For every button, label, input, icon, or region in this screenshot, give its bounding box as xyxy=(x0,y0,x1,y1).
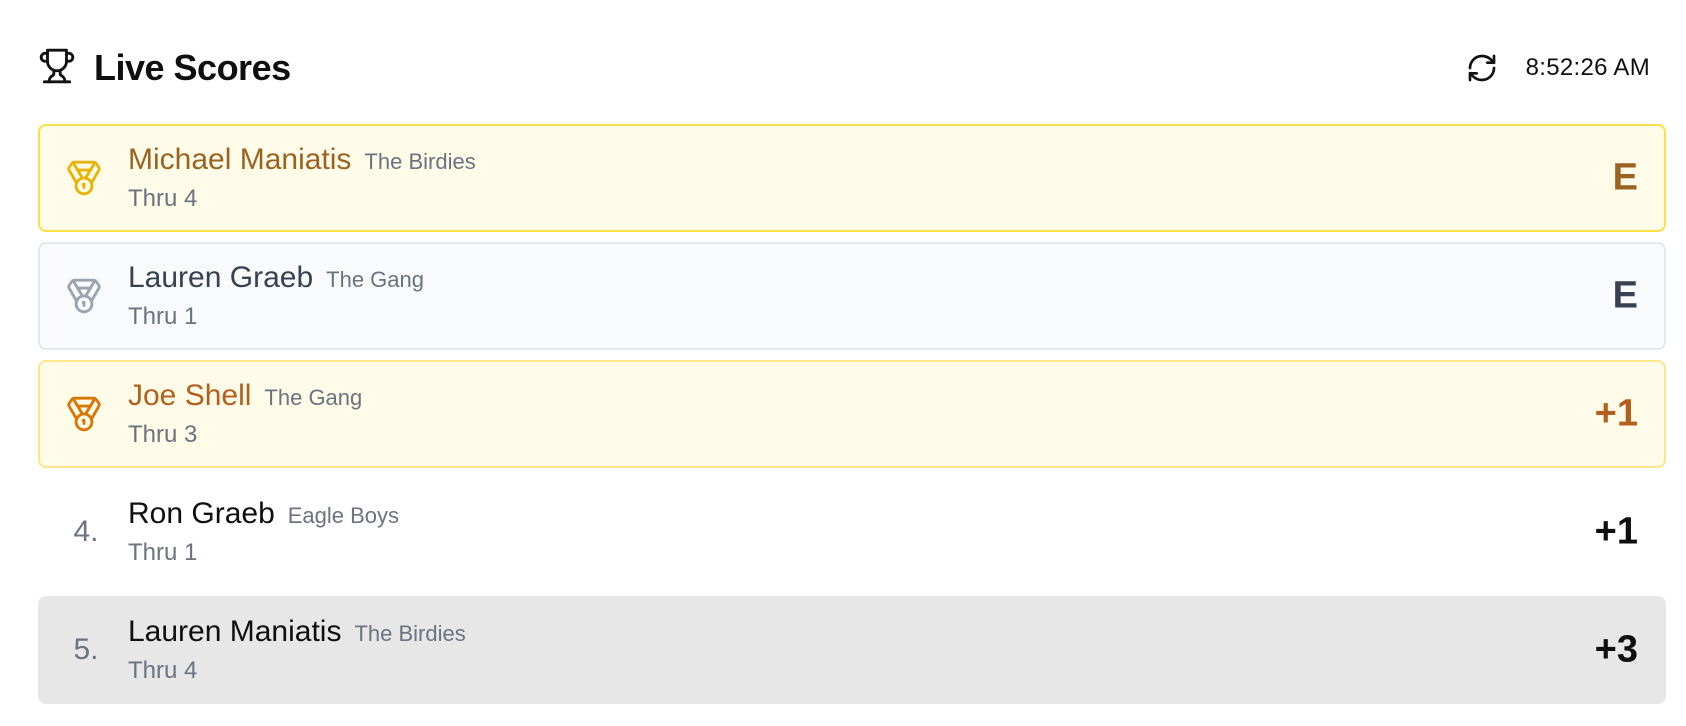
gold-medal-icon xyxy=(67,160,101,196)
player-name: Michael Maniatis xyxy=(128,143,352,176)
name-line: Lauren Maniatis The Birdies xyxy=(128,615,466,649)
player-score: E xyxy=(1612,274,1638,317)
player-info: Ron Graeb Eagle Boys Thru 1 xyxy=(128,497,399,567)
title-group: Live Scores xyxy=(38,45,291,92)
refresh-button[interactable] xyxy=(1464,50,1500,86)
last-updated-time: 8:52:26 AM xyxy=(1525,54,1650,81)
name-line: Lauren Graeb The Gang xyxy=(128,261,424,295)
team-name: The Gang xyxy=(326,267,424,292)
team-name: The Birdies xyxy=(364,149,476,174)
trophy-icon xyxy=(38,45,76,92)
team-name: Eagle Boys xyxy=(287,503,400,528)
player-name: Lauren Graeb xyxy=(128,261,314,294)
leaderboard-row[interactable]: Joe Shell The Gang Thru 3 +1 xyxy=(38,360,1666,468)
leaderboard-row[interactable]: 4. Ron Graeb Eagle Boys Thru 1 +1 xyxy=(38,478,1666,586)
bronze-medal-icon xyxy=(67,396,101,432)
refresh-icon xyxy=(1468,54,1495,82)
player-info: Lauren Maniatis The Birdies Thru 4 xyxy=(128,615,466,685)
header: Live Scores 8:52:26 AM xyxy=(38,44,1650,92)
leaderboard-row[interactable]: 5. Lauren Maniatis The Birdies Thru 4 +3 xyxy=(38,596,1666,704)
rank-cell: 4. xyxy=(40,515,128,549)
rank-cell xyxy=(40,393,128,435)
player-info: Lauren Graeb The Gang Thru 1 xyxy=(128,261,424,331)
page-title: Live Scores xyxy=(94,47,291,88)
rank-number: 4. xyxy=(73,515,99,548)
player-info: Joe Shell The Gang Thru 3 xyxy=(128,379,362,449)
team-name: The Gang xyxy=(264,385,363,410)
holes-thru: Thru 3 xyxy=(128,421,198,448)
holes-thru: Thru 1 xyxy=(128,539,198,566)
leaderboard-row[interactable]: Lauren Graeb The Gang Thru 1 E xyxy=(38,242,1666,350)
silver-medal-icon xyxy=(67,278,101,314)
leaderboard-list: Michael Maniatis The Birdies Thru 4 E La… xyxy=(38,124,1666,714)
holes-thru: Thru 4 xyxy=(128,185,198,212)
leaderboard-row[interactable]: Michael Maniatis The Birdies Thru 4 E xyxy=(38,124,1666,232)
holes-thru: Thru 1 xyxy=(128,303,198,330)
player-info: Michael Maniatis The Birdies Thru 4 xyxy=(128,143,476,213)
rank-number: 5. xyxy=(73,633,99,666)
name-line: Michael Maniatis The Birdies xyxy=(128,143,476,177)
player-score: +1 xyxy=(1594,392,1638,435)
player-name: Joe Shell xyxy=(128,379,252,412)
player-name: Lauren Maniatis xyxy=(128,615,342,648)
holes-thru: Thru 4 xyxy=(128,657,198,684)
player-score: +3 xyxy=(1594,628,1638,671)
rank-cell xyxy=(40,275,128,317)
player-name: Ron Graeb xyxy=(128,497,275,530)
name-line: Ron Graeb Eagle Boys xyxy=(128,497,399,531)
header-right: 8:52:26 AM xyxy=(1464,50,1650,86)
name-line: Joe Shell The Gang xyxy=(128,379,362,413)
team-name: The Birdies xyxy=(354,621,466,646)
player-score: +1 xyxy=(1594,510,1638,553)
player-score: E xyxy=(1612,156,1638,199)
rank-cell: 5. xyxy=(40,633,128,667)
rank-cell xyxy=(40,157,128,199)
